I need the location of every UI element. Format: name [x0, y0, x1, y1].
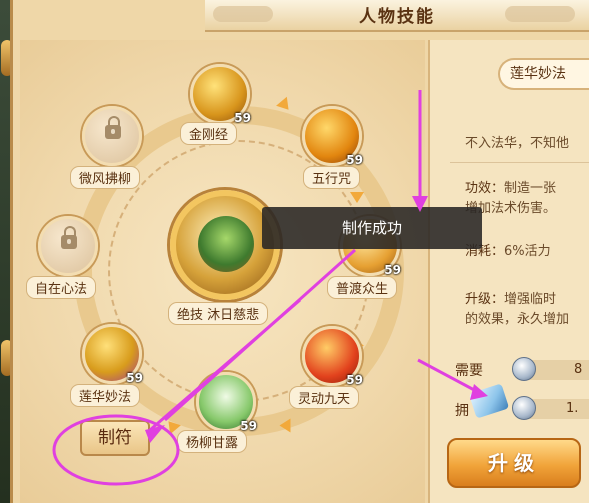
annotation-arrowhead [470, 384, 488, 400]
annotation-arrowhead [412, 196, 428, 212]
annotation-overlay [52, 90, 488, 486]
annotation-line [417, 358, 479, 394]
annotation-line [163, 248, 357, 422]
annotation-arrowhead [145, 425, 165, 443]
annotation-circle [52, 414, 180, 486]
